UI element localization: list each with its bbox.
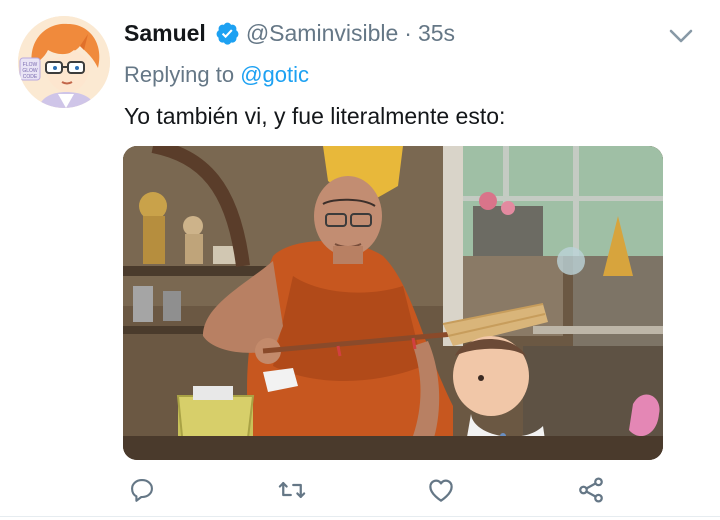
author-name[interactable]: Samuel [124,20,206,47]
verified-badge-icon [215,21,240,46]
tweet-actions-bar [0,470,720,510]
separator-dot: · [404,20,412,46]
svg-text:CODE: CODE [23,74,38,80]
replying-to-mention[interactable]: @gotic [240,62,309,87]
replying-prefix: Replying to [124,62,235,87]
tweet-media-photo[interactable] [123,146,663,460]
reply-bubble-icon[interactable] [126,474,158,506]
retweet-icon[interactable] [276,474,308,506]
tweet-timestamp[interactable]: 35s [418,20,455,47]
photo-illustration [123,146,663,460]
chevron-down-icon[interactable] [668,26,694,46]
avatar[interactable]: FLOW GLOW CODE [18,16,110,108]
avatar-illustration: FLOW GLOW CODE [18,16,110,108]
tweet-text: Yo también vi, y fue literalmente esto: [124,103,506,129]
divider [0,516,720,517]
share-icon[interactable] [575,474,607,506]
tweet-header: Samuel @Saminvisible · 35s [124,20,455,47]
tweet-card: FLOW GLOW CODE Samuel @Saminvisible · 35… [0,0,720,520]
author-handle[interactable]: @Saminvisible [246,20,398,47]
replying-to-line: Replying to @gotic [124,62,309,88]
heart-icon[interactable] [425,474,457,506]
